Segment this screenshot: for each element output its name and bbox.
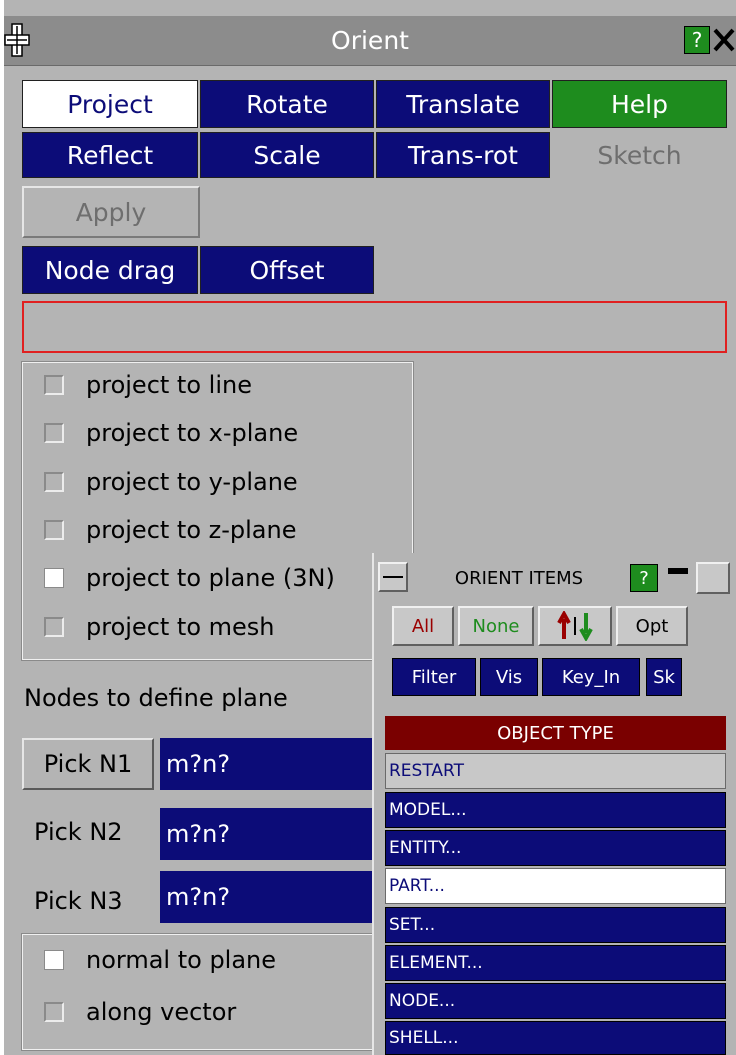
object-type-item[interactable]: SET... [385, 907, 726, 943]
key-in-button[interactable]: Key_In [542, 658, 640, 696]
option-project-to-z-plane[interactable]: project to z-plane [44, 510, 297, 550]
filter-button[interactable]: Filter [392, 658, 476, 696]
object-type-item[interactable]: ELEMENT... [385, 945, 726, 981]
object-type-item[interactable]: ENTITY... [385, 830, 726, 866]
title-bar[interactable]: Orient ? [4, 16, 736, 66]
option-label: project to plane (3N) [86, 564, 335, 592]
option-project-to-x-plane[interactable]: project to x-plane [44, 413, 298, 453]
checkbox[interactable] [44, 568, 64, 588]
collapse-bar-icon[interactable] [664, 564, 692, 592]
checkbox[interactable] [44, 375, 64, 395]
pick-n1-button[interactable]: Pick N1 [22, 738, 154, 790]
option-label: project to z-plane [86, 516, 297, 544]
project-button[interactable]: Project [22, 80, 198, 128]
option-label: project to mesh [86, 613, 275, 641]
orient-items-title: ORIENT ITEMS [454, 567, 584, 589]
option-label: project to x-plane [86, 419, 299, 447]
option-project-to-plane-3n[interactable]: project to plane (3N) [44, 558, 335, 598]
n3-input[interactable]: m?n? [160, 871, 374, 923]
nodes-heading: Nodes to define plane [24, 684, 288, 712]
option-label: project to y-plane [86, 468, 298, 496]
scale-button[interactable]: Scale [200, 132, 374, 178]
checkbox[interactable] [44, 423, 64, 443]
vis-button[interactable]: Vis [480, 658, 538, 696]
n1-input[interactable]: m?n? [160, 738, 374, 790]
pick-n3-label[interactable]: Pick N3 [34, 887, 123, 915]
swap-selection-icon[interactable] [538, 606, 612, 646]
object-type-item[interactable]: SHELL... [385, 1021, 726, 1055]
offset-button[interactable]: Offset [200, 246, 374, 294]
option-project-to-line[interactable]: project to line [44, 365, 252, 405]
help-icon[interactable]: ? [684, 26, 710, 54]
option-along-vector[interactable]: along vector [44, 992, 236, 1032]
object-type-header: OBJECT TYPE [385, 716, 726, 750]
checkbox[interactable] [44, 472, 64, 492]
checkbox[interactable] [44, 617, 64, 637]
object-type-item[interactable]: RESTART [385, 753, 726, 789]
checkbox[interactable] [44, 1002, 64, 1022]
checkbox[interactable] [44, 950, 64, 970]
none-button[interactable]: None [458, 606, 534, 646]
checkbox[interactable] [44, 520, 64, 540]
option-label: along vector [86, 998, 237, 1026]
resize-icon[interactable] [696, 562, 730, 594]
object-type-item[interactable]: NODE... [385, 983, 726, 1019]
help-button[interactable]: Help [552, 80, 727, 128]
window-title: Orient [331, 26, 409, 55]
option-label: normal to plane [86, 946, 277, 974]
opt-button[interactable]: Opt [616, 606, 688, 646]
minimize-icon[interactable] [378, 562, 408, 592]
sketch-select-button[interactable]: Sk [646, 658, 682, 696]
option-project-to-y-plane[interactable]: project to y-plane [44, 462, 298, 502]
option-project-to-mesh[interactable]: project to mesh [44, 607, 275, 647]
help-icon[interactable]: ? [630, 564, 658, 592]
message-field [22, 301, 727, 353]
close-icon[interactable] [712, 26, 736, 54]
translate-button[interactable]: Translate [376, 80, 550, 128]
node-drag-button[interactable]: Node drag [22, 246, 198, 294]
apply-button[interactable]: Apply [22, 186, 200, 238]
sketch-button[interactable]: Sketch [552, 132, 727, 178]
rotate-button[interactable]: Rotate [200, 80, 374, 128]
pick-n2-label[interactable]: Pick N2 [34, 818, 123, 846]
option-label: project to line [86, 371, 252, 399]
trans-rot-button[interactable]: Trans-rot [376, 132, 550, 178]
object-type-item[interactable]: PART... [385, 868, 726, 904]
reflect-button[interactable]: Reflect [22, 132, 198, 178]
n2-input[interactable]: m?n? [160, 808, 374, 860]
object-type-item[interactable]: MODEL... [385, 792, 726, 828]
all-button[interactable]: All [392, 606, 454, 646]
option-normal-to-plane[interactable]: normal to plane [44, 940, 276, 980]
